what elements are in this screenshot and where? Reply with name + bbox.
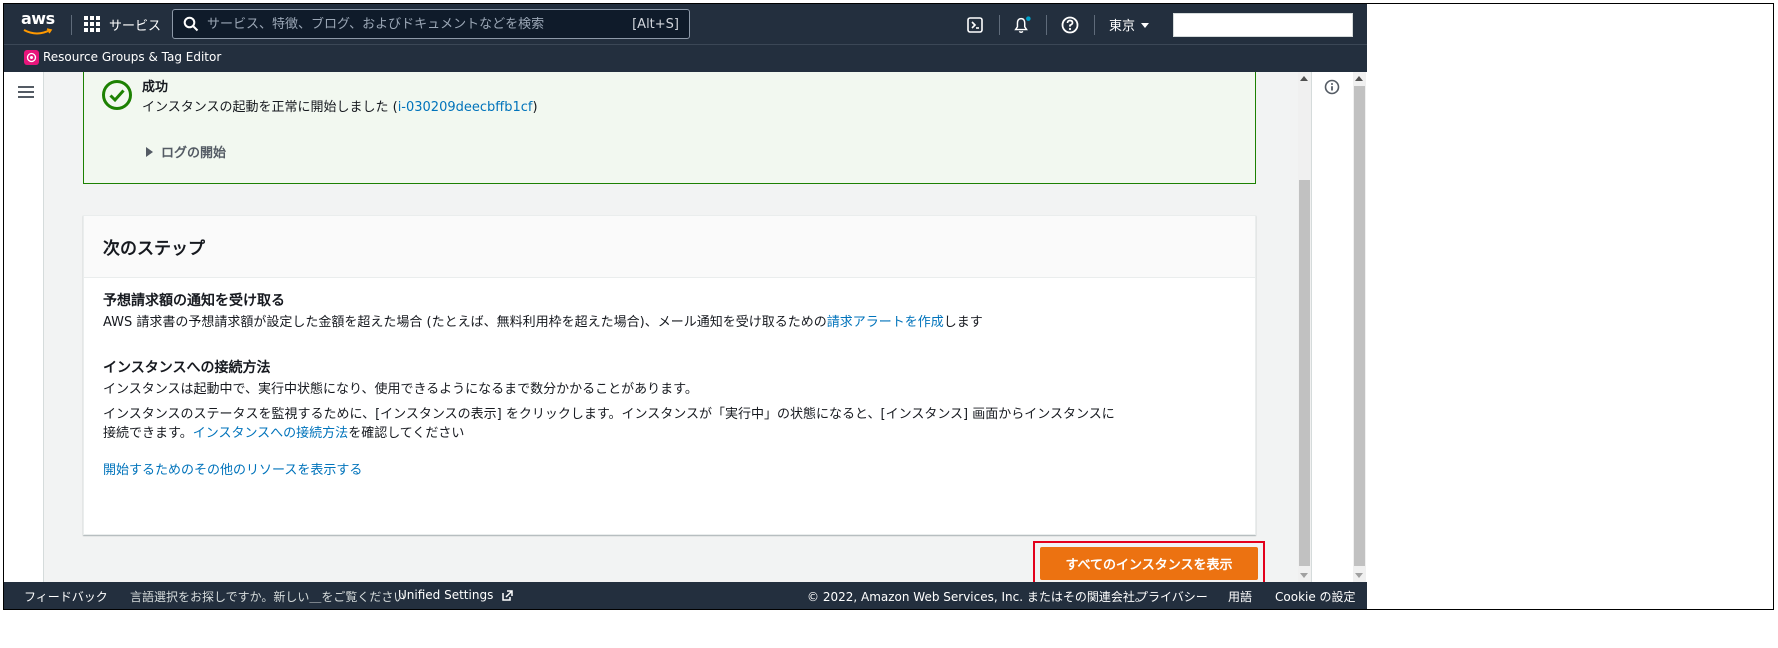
- highlight-box: すべてのインスタンスを表示: [1033, 541, 1265, 586]
- nav-divider: [999, 15, 1000, 35]
- nav-divider: [1046, 15, 1047, 35]
- external-link-icon: [502, 590, 513, 601]
- instance-id-link[interactable]: i-030209deecbffb1cf: [398, 100, 533, 115]
- right-rail: [1311, 72, 1367, 582]
- browser-frame: aws サービス [Alt+S]: [3, 3, 1774, 610]
- region-selector[interactable]: 東京: [1109, 15, 1151, 34]
- success-message: インスタンスの起動を正常に開始しました (i-030209deecbffb1cf…: [142, 100, 538, 115]
- console-footer: フィードバック 言語選択をお探しですか。新しい＿をご覧ください Unified …: [4, 582, 1367, 609]
- billing-text: AWS 請求書の予想請求額が設定した金額を超えた場合 (たとえば、無料利用枠を超…: [103, 315, 983, 330]
- scroll-up-icon[interactable]: [1355, 76, 1363, 81]
- copyright: © 2022, Amazon Web Services, Inc. またはその関…: [807, 590, 1147, 604]
- resources-text: 開始するためのその他のリソースを表示する: [103, 461, 1223, 480]
- success-flash: 成功 インスタンスの起動を正常に開始しました (i-030209deecbffb…: [83, 72, 1256, 184]
- connect-text-2: インスタンスのステータスを監視するために、[インスタンスの表示] をクリックしま…: [103, 407, 1115, 441]
- services-label: サービス: [109, 18, 162, 34]
- aws-logo[interactable]: aws: [21, 11, 55, 37]
- search-input[interactable]: [207, 16, 633, 32]
- connect-text-1: インスタンスは起動中で、実行中状態になり、使用できるようになるまで数分かかること…: [103, 382, 698, 397]
- caret-right-icon: [146, 146, 153, 157]
- top-navigation: aws サービス [Alt+S]: [4, 4, 1367, 44]
- search-bar[interactable]: [Alt+S]: [172, 9, 690, 39]
- scroll-down-icon[interactable]: [1300, 573, 1308, 578]
- help-icon[interactable]: [1060, 15, 1080, 35]
- info-icon[interactable]: [1324, 79, 1340, 95]
- panel-scrollbar[interactable]: [1353, 72, 1366, 582]
- scroll-up-icon[interactable]: [1300, 76, 1308, 81]
- search-icon: [183, 16, 199, 32]
- terms-link[interactable]: 用語: [1228, 588, 1252, 605]
- main-scroll-thumb[interactable]: [1299, 180, 1310, 566]
- more-resources-link[interactable]: 開始するためのその他のリソースを表示する: [103, 463, 362, 478]
- log-expander[interactable]: ログの開始: [146, 142, 226, 161]
- nav-divider: [1094, 15, 1095, 35]
- billing-heading: 予想請求額の通知を受け取る: [103, 293, 285, 309]
- main-content: 成功 インスタンスの起動を正常に開始しました (i-030209deecbffb…: [45, 72, 1297, 582]
- language-prompt: 言語選択をお探しですか。新しい＿をご覧ください: [130, 590, 406, 604]
- billing-alert-link[interactable]: 請求アラートを作成: [827, 315, 944, 330]
- caret-down-icon: [1141, 22, 1150, 28]
- view-all-instances-button[interactable]: すべてのインスタンスを表示: [1040, 547, 1258, 580]
- grid-icon: [84, 15, 101, 33]
- aws-smile-icon: [23, 28, 53, 35]
- success-check-icon: [102, 80, 132, 110]
- unified-settings-link[interactable]: Unified Settings: [398, 588, 514, 602]
- next-steps-card: 次のステップ 予想請求額の通知を受け取る AWS 請求書の予想請求額が設定した金…: [83, 215, 1256, 535]
- menu-icon[interactable]: [18, 86, 34, 100]
- cookie-settings-link[interactable]: Cookie の設定: [1275, 588, 1356, 605]
- privacy-link[interactable]: プライバシー: [1136, 588, 1208, 605]
- main-scrollbar[interactable]: [1298, 72, 1311, 582]
- aws-logo-text: aws: [21, 9, 55, 28]
- left-rail: [4, 72, 44, 582]
- cloudshell-icon[interactable]: [965, 15, 985, 35]
- notifications-bell-icon[interactable]: [1012, 15, 1032, 35]
- favorite-resource-groups[interactable]: Resource Groups & Tag Editor: [43, 50, 221, 65]
- services-menu-button[interactable]: サービス: [84, 13, 161, 35]
- region-label: 東京: [1109, 19, 1136, 34]
- nav-divider: [71, 15, 72, 35]
- panel-scroll-thumb[interactable]: [1354, 86, 1365, 566]
- account-menu[interactable]: [1173, 13, 1353, 37]
- connect-guide-link[interactable]: インスタンスへの接続方法: [193, 426, 348, 441]
- scroll-down-icon[interactable]: [1355, 573, 1363, 578]
- next-steps-title: 次のステップ: [84, 216, 1255, 278]
- connect-heading: インスタンスへの接続方法: [103, 360, 271, 376]
- aws-console: aws サービス [Alt+S]: [4, 4, 1367, 609]
- search-shortcut: [Alt+S]: [632, 16, 679, 32]
- feedback-link[interactable]: フィードバック: [24, 588, 108, 605]
- success-title: 成功: [142, 80, 169, 95]
- log-expander-label: ログの開始: [161, 146, 227, 161]
- resource-groups-icon: [24, 50, 39, 65]
